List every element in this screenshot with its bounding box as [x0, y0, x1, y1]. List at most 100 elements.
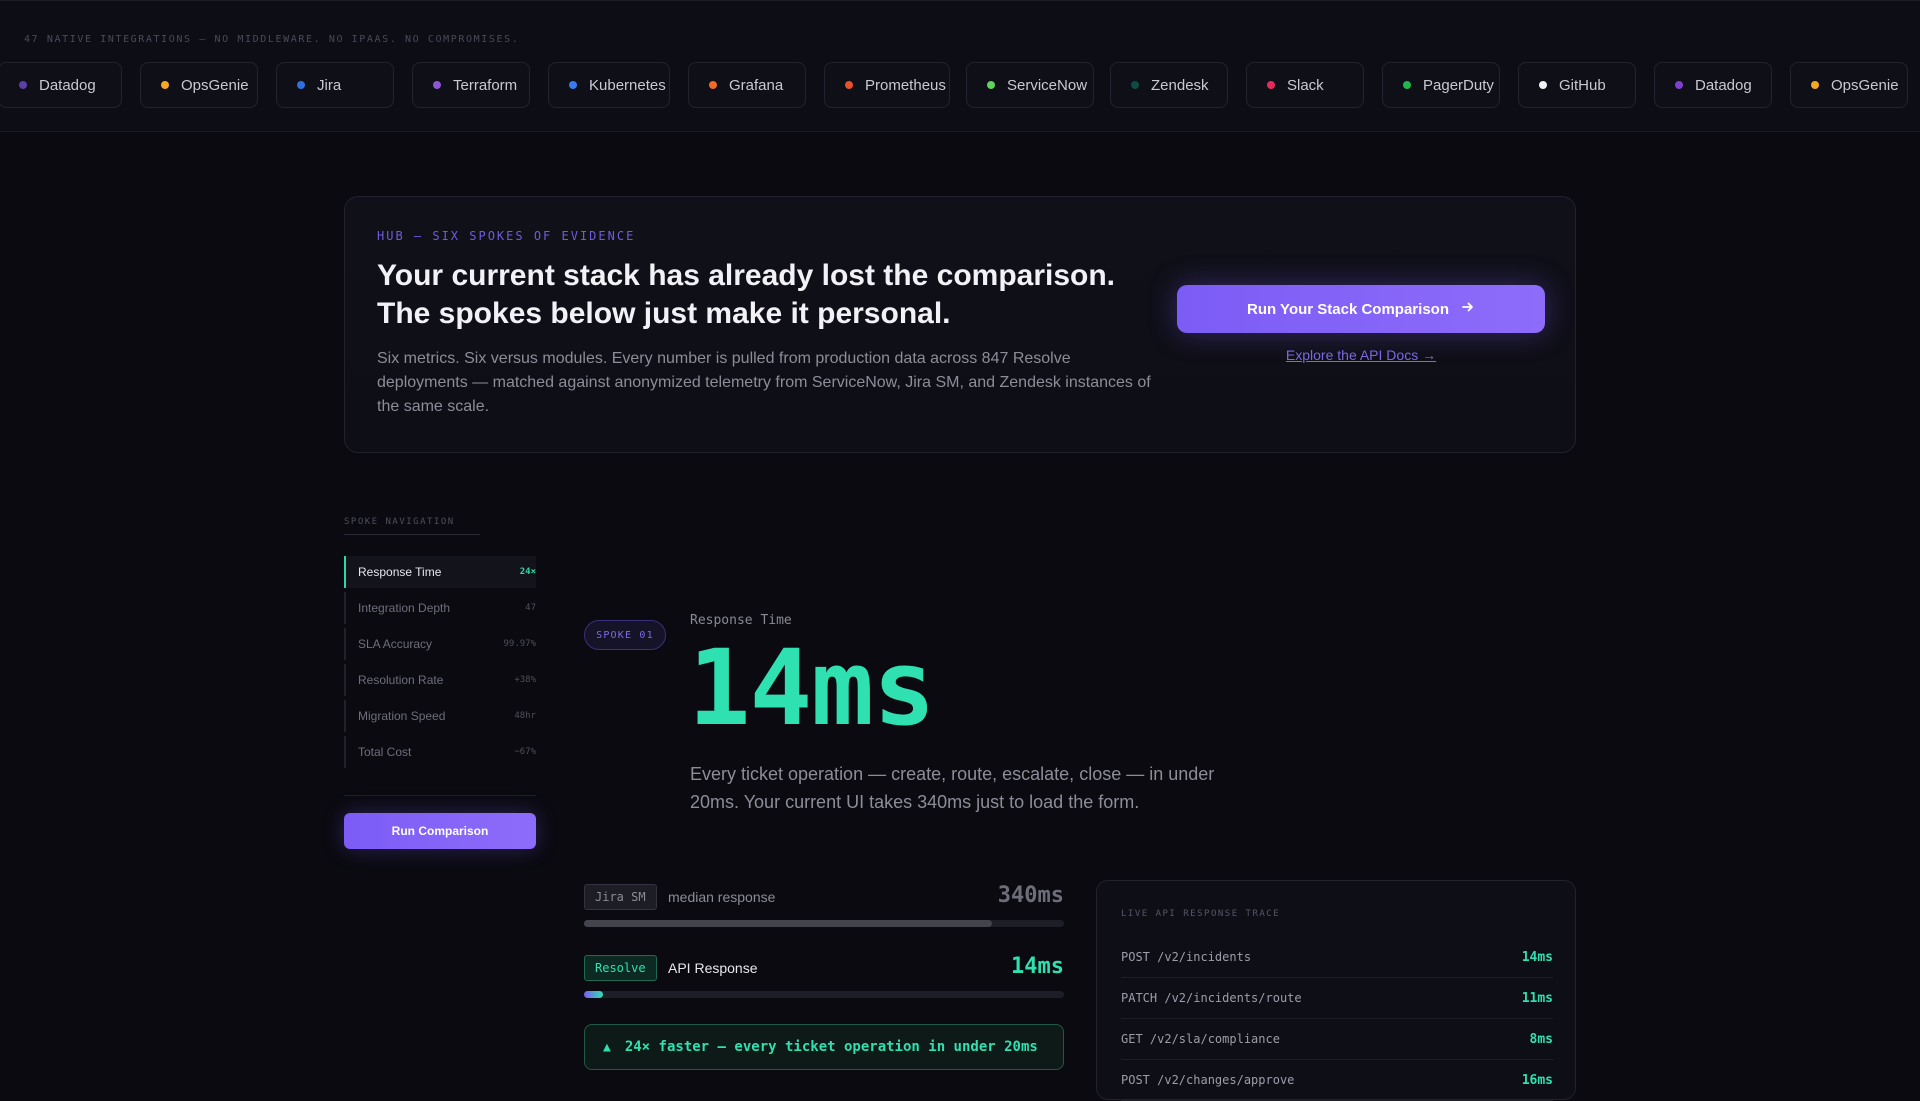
trace-endpoint: GET /v2/sla/compliance [1121, 1032, 1280, 1046]
sidebar-divider-bottom [344, 795, 536, 796]
status-dot-icon [845, 81, 853, 89]
trace-latency: 16ms [1521, 1072, 1553, 1088]
integration-chip-label: Datadog [39, 76, 96, 94]
run-comparison-button[interactable]: Run Comparison [344, 813, 536, 849]
trace-label: LIVE API RESPONSE TRACE [1121, 909, 1281, 919]
integration-chip[interactable]: Zendesk [1110, 62, 1228, 108]
trace-row: POST /v2/changes/approve 16ms [1121, 1060, 1553, 1101]
sidebar-item-integration-depth[interactable]: Integration Depth 47 [344, 592, 536, 624]
integrations-label: 47 NATIVE INTEGRATIONS — NO MIDDLEWARE. … [24, 34, 520, 45]
spoke-label: Response Time [690, 613, 792, 628]
status-dot-icon [987, 81, 995, 89]
sidebar-item-sla-accuracy[interactable]: SLA Accuracy 99.97% [344, 628, 536, 660]
integration-chip-label: Zendesk [1151, 76, 1209, 94]
integration-chip[interactable]: ServiceNow [966, 62, 1094, 108]
status-dot-icon [1811, 81, 1819, 89]
status-dot-icon [709, 81, 717, 89]
sidebar-item-migration-speed[interactable]: Migration Speed 48hr [344, 700, 536, 732]
hub-description: Six metrics. Six versus modules. Every n… [377, 350, 1151, 415]
spoke-description: Every ticket operation — create, route, … [690, 764, 1215, 812]
integration-chip-label: Prometheus [865, 76, 946, 94]
trace-row: GET /v2/sla/compliance 8ms [1121, 1019, 1553, 1060]
status-dot-icon [1675, 81, 1683, 89]
comparison-value: 340ms [997, 883, 1064, 908]
comparison-bar-fill [584, 991, 604, 998]
sidebar-item-value: 24× [519, 567, 536, 577]
sidebar-item-value: +38% [514, 675, 536, 685]
sidebar-item-value: 47 [525, 603, 536, 613]
status-dot-icon [1267, 81, 1275, 89]
sidebar-item-value: 99.97% [503, 639, 536, 649]
integration-chip[interactable]: Kubernetes [548, 62, 670, 108]
status-dot-icon [19, 81, 27, 89]
status-dot-icon [433, 81, 441, 89]
status-dot-icon [297, 81, 305, 89]
integration-chip[interactable]: Slack [1246, 62, 1364, 108]
integration-chip-label: Kubernetes [589, 76, 666, 94]
integration-chip[interactable]: Jira [276, 62, 394, 108]
integration-chip[interactable]: Grafana [688, 62, 806, 108]
comparison-value: 14ms [1011, 954, 1064, 979]
triangle-up-icon: ▲ [603, 1039, 611, 1055]
integration-chip-label: OpsGenie [181, 76, 249, 94]
trace-row: PATCH /v2/incidents/route 11ms [1121, 978, 1553, 1019]
integration-chip[interactable]: Prometheus [824, 62, 950, 108]
sidebar-item-label: SLA Accuracy [358, 637, 433, 651]
run-stack-comparison-label: Run Your Stack Comparison [1247, 300, 1449, 318]
integration-chips: Datadog OpsGenie Jira Terraform Kubernetes Gr… [0, 62, 1920, 108]
arrow-right-icon [1461, 300, 1475, 319]
sidebar-item-value: 48hr [514, 711, 536, 721]
integration-chip-label: OpsGenie [1831, 76, 1899, 94]
spoke-badge: SPOKE 01 [584, 620, 666, 650]
integration-chip[interactable]: OpsGenie [1790, 62, 1908, 108]
hub-card: HUB — SIX SPOKES OF EVIDENCE Your curren… [344, 196, 1576, 453]
hub-title-line-2: The spokes below just make it personal. [377, 297, 951, 330]
speed-callout: ▲ 24× faster — every ticket operation in… [584, 1024, 1064, 1070]
hub-title: Your current stack has already lost the … [377, 257, 1177, 333]
api-docs-link[interactable]: Explore the API Docs → [1177, 347, 1545, 363]
sidebar-item-label: Total Cost [358, 745, 412, 759]
integration-chip-label: Slack [1287, 76, 1324, 94]
integration-chip-label: PagerDuty [1423, 76, 1494, 94]
integration-chip-label: Grafana [729, 76, 784, 94]
integration-chip-label: Terraform [453, 76, 518, 94]
comparison-bar-track [584, 991, 1064, 998]
comparison-bar-fill [584, 920, 992, 927]
sidebar-item-label: Integration Depth [358, 601, 451, 615]
sidebar-item-resolution-rate[interactable]: Resolution Rate +38% [344, 664, 536, 696]
sidebar-item-label: Response Time [358, 565, 442, 579]
sidebar-item-total-cost[interactable]: Total Cost −67% [344, 736, 536, 768]
trace-endpoint: PATCH /v2/incidents/route [1121, 991, 1302, 1005]
run-stack-comparison-button[interactable]: Run Your Stack Comparison [1177, 285, 1545, 333]
integrations-strip: 47 NATIVE INTEGRATIONS — NO MIDDLEWARE. … [0, 0, 1920, 132]
trace-endpoint: POST /v2/changes/approve [1121, 1073, 1295, 1087]
trace-latency: 14ms [1521, 949, 1553, 965]
integration-chip-label: Datadog [1695, 76, 1752, 94]
integration-chip-label: ServiceNow [1007, 76, 1088, 94]
integration-chip[interactable]: Terraform [412, 62, 530, 108]
spoke-navigation-label: SPOKE NAVIGATION [344, 517, 455, 527]
hub-title-line-1: Your current stack has already lost the … [377, 259, 1116, 292]
sidebar-item-label: Resolution Rate [358, 673, 444, 687]
speed-callout-text: 24× faster — every ticket operation in u… [624, 1039, 1038, 1055]
comparison-tag: Resolve [584, 955, 657, 981]
integration-chip-label: GitHub [1559, 76, 1606, 94]
comparison-tag: Jira SM [584, 884, 657, 910]
sidebar-item-value: −67% [514, 747, 536, 757]
api-trace-panel: LIVE API RESPONSE TRACE POST /v2/inciden… [1096, 880, 1576, 1101]
sidebar-item-response-time[interactable]: Response Time 24× [344, 556, 536, 588]
comparison-name: median response [668, 889, 776, 905]
integration-chip-label: Jira [317, 76, 342, 94]
status-dot-icon [569, 81, 577, 89]
integration-chip[interactable]: OpsGenie [140, 62, 258, 108]
integration-chip[interactable]: GitHub [1518, 62, 1636, 108]
status-dot-icon [161, 81, 169, 89]
integration-chip[interactable]: Datadog [1654, 62, 1772, 108]
comparison-bar-track [584, 920, 1064, 927]
status-dot-icon [1131, 81, 1139, 89]
integration-chip[interactable]: PagerDuty [1382, 62, 1500, 108]
trace-row: POST /v2/incidents 14ms [1121, 937, 1553, 978]
spoke-big-value: 14ms [688, 627, 935, 749]
sidebar-divider [344, 534, 480, 535]
integration-chip[interactable]: Datadog [0, 62, 122, 108]
